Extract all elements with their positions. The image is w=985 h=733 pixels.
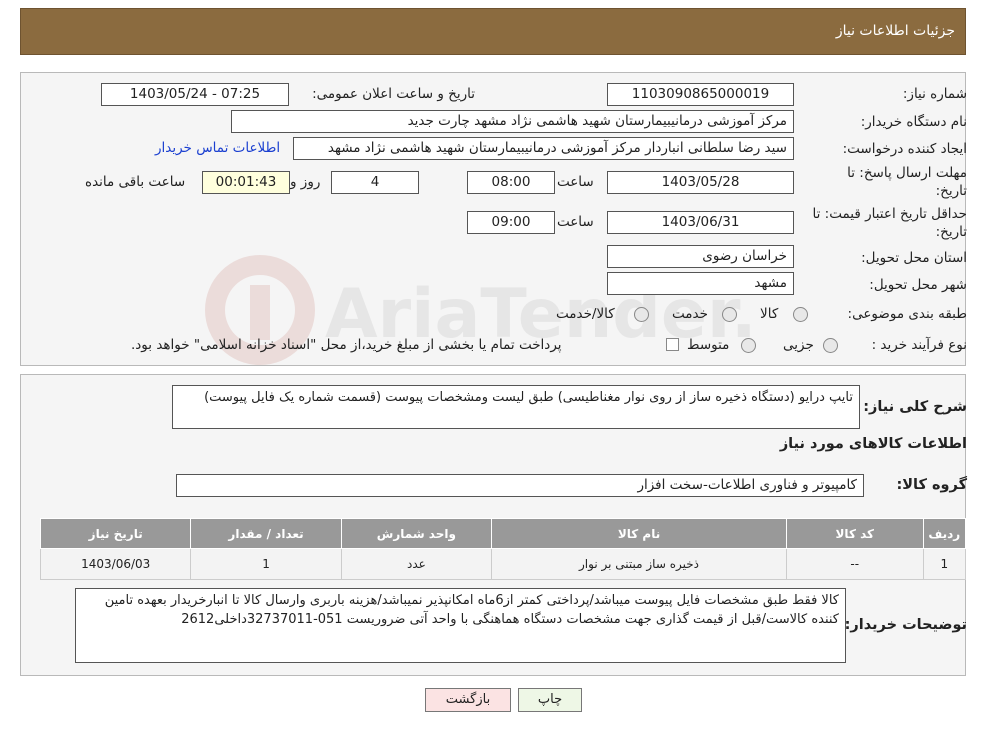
category-option-goods-service: کالا/خدمت	[556, 306, 615, 322]
cell-date: 1403/06/03	[39, 548, 192, 580]
col-code-header: کد کالا	[785, 518, 924, 549]
treasury-checkbox[interactable]	[666, 338, 679, 351]
city-label: شهر محل تحویل:	[869, 277, 967, 293]
buyer-notes-field: کالا فقط طبق مشخصات فایل پیوست میباشد/پر…	[75, 588, 846, 663]
buyer-org-label: نام دستگاه خریدار:	[860, 114, 967, 130]
buyer-contact-link[interactable]: اطلاعات تماس خریدار	[155, 140, 280, 156]
table-header-row: ردیف کد کالا نام کالا واحد شمارش تعداد /…	[39, 518, 967, 549]
page-title: جزئیات اطلاعات نیاز	[835, 23, 955, 39]
deadline-label-line1: مهلت ارسال پاسخ: تا	[847, 165, 967, 181]
cell-unit: عدد	[340, 548, 493, 580]
summary-field: تایپ درایو (دستگاه ذخیره ساز از روی نوار…	[172, 385, 860, 429]
province-field: خراسان رضوی	[607, 245, 794, 268]
validity-label-line2: تاریخ:	[935, 224, 967, 240]
need-number-field: 1103090865000019	[607, 83, 794, 106]
payment-note: پرداخت تمام یا بخشی از مبلغ خرید،از محل …	[131, 337, 562, 353]
table-row: 1 -- ذخیره ساز مبتنی بر نوار عدد 1 1403/…	[39, 548, 967, 580]
group-label: گروه کالا:	[896, 477, 967, 493]
col-unit-header: واحد شمارش	[340, 518, 493, 549]
cell-name: ذخیره ساز مبتنی بر نوار	[491, 548, 787, 580]
creator-field: سید رضا سلطانی انباردار مرکز آموزشی درما…	[293, 137, 794, 160]
process-option-medium: متوسط	[687, 337, 730, 353]
process-radio-minor[interactable]	[823, 338, 838, 353]
back-button[interactable]: بازگشت	[425, 688, 511, 712]
validity-time-label: ساعت	[557, 214, 594, 230]
group-field: کامپیوتر و فناوری اطلاعات-سخت افزار	[176, 474, 864, 497]
validity-date-field: 1403/06/31	[607, 211, 794, 234]
remaining-time-label: ساعت باقی مانده	[85, 174, 186, 190]
col-name-header: نام کالا	[491, 518, 787, 549]
summary-label: شرح کلی نیاز:	[863, 399, 967, 415]
creator-label: ایجاد کننده درخواست:	[842, 141, 967, 157]
announce-label: تاریخ و ساعت اعلان عمومی:	[312, 86, 475, 102]
goods-table: ردیف کد کالا نام کالا واحد شمارش تعداد /…	[39, 518, 967, 580]
deadline-label-line2: تاریخ:	[935, 183, 967, 199]
deadline-date-field: 1403/05/28	[607, 171, 794, 194]
cell-code: --	[785, 548, 924, 580]
validity-time-field: 09:00	[467, 211, 555, 234]
buyer-org-field: مرکز آموزشی درمانیبیمارستان شهید هاشمی ن…	[231, 110, 794, 133]
category-option-goods: کالا	[760, 306, 779, 322]
category-option-service: خدمت	[672, 306, 708, 322]
announce-field: 1403/05/24 - 07:25	[101, 83, 289, 106]
days-label: روز و	[290, 174, 321, 190]
validity-label-line1: حداقل تاریخ اعتبار قیمت: تا	[812, 206, 967, 222]
province-label: استان محل تحویل:	[861, 250, 967, 266]
process-label: نوع فرآیند خرید :	[871, 337, 967, 353]
remaining-time-field: 00:01:43	[202, 171, 290, 194]
category-radio-goods-service[interactable]	[634, 307, 649, 322]
category-radio-service[interactable]	[722, 307, 737, 322]
deadline-time-label: ساعت	[557, 174, 594, 190]
col-qty-header: تعداد / مقدار	[190, 518, 342, 549]
print-button[interactable]: چاپ	[518, 688, 582, 712]
category-label: طبقه بندی موضوعی:	[847, 306, 967, 322]
cell-row: 1	[922, 548, 967, 580]
process-option-minor: جزیی	[783, 337, 814, 353]
category-radio-goods[interactable]	[793, 307, 808, 322]
deadline-time-field: 08:00	[467, 171, 555, 194]
page-header: جزئیات اطلاعات نیاز	[20, 8, 966, 55]
process-radio-medium[interactable]	[741, 338, 756, 353]
col-date-header: تاریخ نیاز	[39, 518, 192, 549]
col-row-header: ردیف	[922, 518, 967, 549]
buyer-notes-label: توضیحات خریدار:	[844, 617, 967, 633]
city-field: مشهد	[607, 272, 794, 295]
goods-section-title: اطلاعات کالاهای مورد نیاز	[779, 436, 967, 452]
need-number-label: شماره نیاز:	[902, 86, 967, 102]
days-field: 4	[331, 171, 419, 194]
cell-qty: 1	[190, 548, 342, 580]
